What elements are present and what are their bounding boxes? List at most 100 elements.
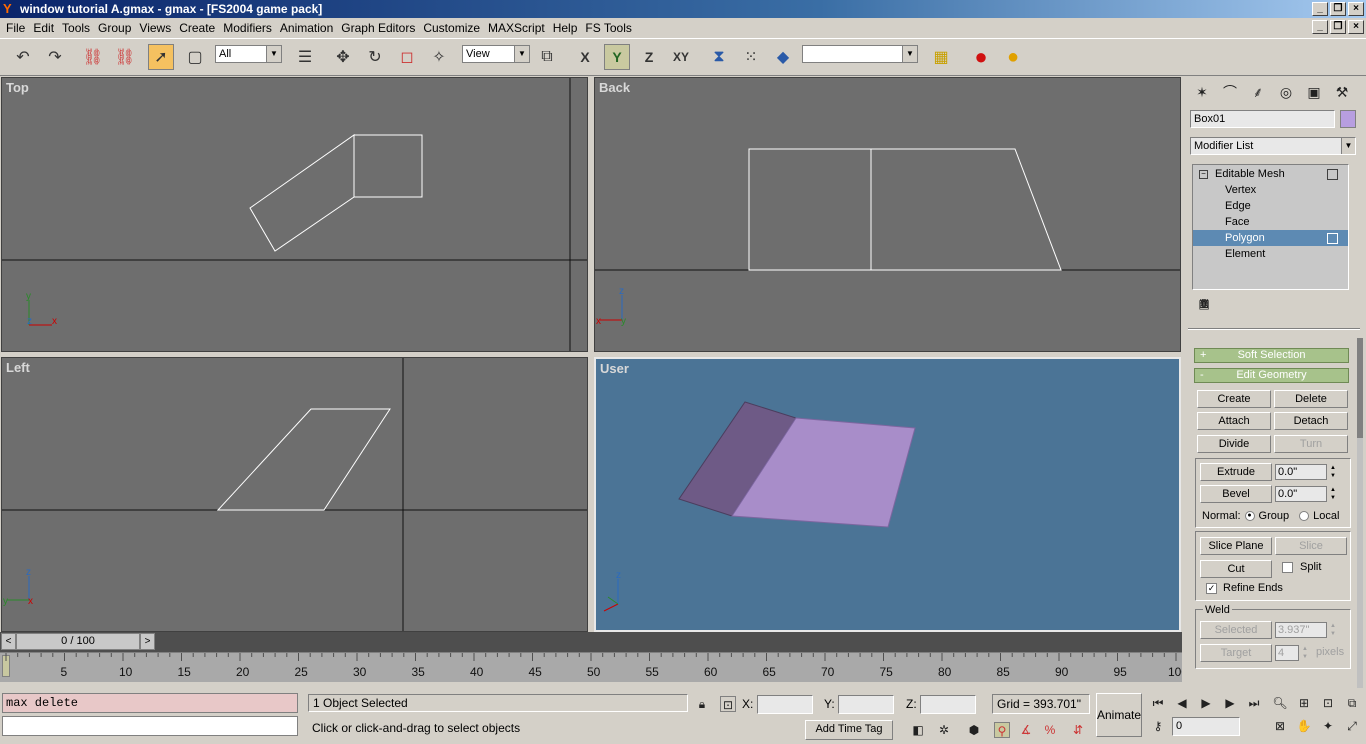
spinner-snap-icon[interactable]: ⇵ [1070,722,1086,738]
restrict-xy-button[interactable]: XY [668,44,694,70]
group-radio[interactable]: ● [1244,511,1255,521]
menu-graph-editors[interactable]: Graph Editors [339,21,421,35]
turn-button[interactable]: Turn [1274,435,1348,453]
soft-selection-rollout[interactable]: + Soft Selection [1194,348,1349,363]
panel-scrollbar[interactable] [1357,338,1363,688]
cut-button[interactable]: Cut [1200,560,1272,578]
percent-snap-icon[interactable]: % [1042,722,1058,738]
menu-fs-tools[interactable]: FS Tools [583,21,637,35]
select-by-name-icon[interactable]: ☰ [292,44,318,70]
select-and-scale-icon[interactable]: ◻ [394,44,420,70]
go-to-end-icon[interactable]: ⏭ [1246,695,1262,711]
lock-selection-icon[interactable]: 🔒︎ [694,696,710,712]
modifier-list-dropdown[interactable]: Modifier List ▼ [1190,137,1356,155]
display-panel-icon[interactable]: ▣ [1302,80,1326,104]
current-frame-field[interactable]: 0 [1172,717,1240,736]
menu-edit[interactable]: Edit [31,21,60,35]
create-panel-icon[interactable]: ✶ [1190,80,1214,104]
selection-filter-dropdown[interactable]: All ▼ [215,45,282,63]
arc-rotate-icon[interactable]: ✦ [1320,718,1336,734]
detach-button[interactable]: Detach [1274,412,1348,430]
key-mode-icon[interactable]: ⚷ [1150,718,1166,734]
extrude-button[interactable]: Extrude [1200,463,1272,481]
spinner-arrows-icon[interactable]: ▲ ▼ [1327,464,1339,480]
render-icon[interactable]: ● [1000,44,1026,70]
y-coordinate-field[interactable] [838,695,894,714]
maxscript-listener-input[interactable] [2,716,298,736]
minimize-button[interactable]: _ [1312,2,1328,16]
close-button[interactable]: × [1348,2,1364,16]
stack-item-face[interactable]: Face [1193,214,1348,230]
go-to-start-icon[interactable]: ⏮ [1150,695,1166,711]
select-and-rotate-icon[interactable]: ↻ [362,44,388,70]
refine-ends-checkbox[interactable]: ✓ [1206,583,1217,594]
perspective-view-icon[interactable]: ◧ [910,722,926,738]
restrict-z-button[interactable]: Z [636,44,662,70]
next-frame-icon[interactable]: ▶ [1222,695,1238,711]
create-button[interactable]: Create [1197,390,1271,408]
zoom-extents-all-icon[interactable]: ⧉ [1344,695,1360,711]
collapse-icon[interactable]: − [1199,170,1208,179]
weld-target-spinner[interactable]: 4 ▲ ▼ [1275,645,1308,661]
select-and-link-icon[interactable]: ⛓ [80,44,106,70]
animate-button[interactable]: Animate [1096,693,1142,737]
maximize-viewport-icon[interactable]: ⤢ [1344,718,1360,734]
reference-coordinate-dropdown[interactable]: View ▼ [462,45,530,63]
box-mode-icon[interactable]: ⬢ [966,722,982,738]
attach-button[interactable]: Attach [1197,412,1271,430]
zoom-icon[interactable]: 🔍︎ [1272,695,1288,711]
pan-icon[interactable]: ✋ [1296,718,1312,734]
undo-icon[interactable]: ↶ [10,44,36,70]
menu-tools[interactable]: Tools [60,21,96,35]
weld-threshold-spinner[interactable]: 3.937" ▲ ▼ [1275,622,1336,638]
restrict-x-button[interactable]: X [572,44,598,70]
edit-geometry-rollout[interactable]: - Edit Geometry [1194,368,1349,383]
select-and-move-icon[interactable]: ✥ [330,44,356,70]
zoom-extents-icon[interactable]: ⊡ [1320,695,1336,711]
array-icon[interactable]: ⁙ [738,44,764,70]
utilities-panel-icon[interactable]: ⚒ [1330,80,1354,104]
stack-item-editable-mesh[interactable]: − Editable Mesh [1193,166,1348,182]
select-object-icon[interactable]: ➚ [148,44,174,70]
time-slider[interactable]: 0 / 100 [16,633,140,650]
snap-toggle-icon[interactable]: ✲ [936,722,952,738]
maxscript-listener-output[interactable]: max delete [2,693,298,713]
object-color-swatch[interactable] [1340,110,1356,128]
snaps-toggle-icon[interactable]: ⚲ [994,722,1010,738]
local-radio[interactable] [1299,511,1310,521]
menu-maxscript[interactable]: MAXScript [486,21,551,35]
unlink-selection-icon[interactable]: ⛓ [112,44,138,70]
weld-target-button[interactable]: Target [1200,644,1272,662]
menu-animation[interactable]: Animation [278,21,339,35]
rectangular-selection-icon[interactable]: ▢ [182,44,208,70]
redo-icon[interactable]: ↷ [42,44,68,70]
bevel-spinner[interactable]: 0.0" ▲ ▼ [1275,486,1336,502]
menu-views[interactable]: Views [137,21,177,35]
toggle-icon[interactable] [1327,169,1338,180]
time-slider-right-arrow[interactable]: > [140,633,155,650]
viewport-top[interactable]: Top y z x [1,77,588,352]
slice-plane-button[interactable]: Slice Plane [1200,537,1272,555]
region-zoom-icon[interactable]: ⊠ [1272,718,1288,734]
doc-close-button[interactable]: × [1348,20,1364,34]
x-coordinate-field[interactable] [757,695,813,714]
extrude-spinner[interactable]: 0.0" ▲ ▼ [1275,464,1336,480]
slice-button[interactable]: Slice [1275,537,1347,555]
split-checkbox[interactable] [1282,562,1293,573]
menu-help[interactable]: Help [551,21,584,35]
menu-create[interactable]: Create [177,21,221,35]
object-name-field[interactable]: Box01 [1190,110,1335,128]
add-time-tag-button[interactable]: Add Time Tag [805,720,893,740]
modify-panel-icon[interactable]: ⌒ [1218,80,1242,104]
doc-minimize-button[interactable]: _ [1312,20,1328,34]
absolute-mode-icon[interactable]: ⊡ [720,696,736,712]
hierarchy-panel-icon[interactable]: ⸙ [1246,80,1270,104]
angle-snap-icon[interactable]: ∡ [1018,722,1034,738]
select-and-manipulate-icon[interactable]: ✧ [426,44,452,70]
viewport-user[interactable]: User z [594,357,1181,632]
material-editor-icon[interactable]: ● [968,44,994,70]
divide-button[interactable]: Divide [1197,435,1271,453]
weld-selected-button[interactable]: Selected [1200,621,1272,639]
scrollbar-thumb[interactable] [1357,338,1363,438]
stack-item-edge[interactable]: Edge [1193,198,1348,214]
